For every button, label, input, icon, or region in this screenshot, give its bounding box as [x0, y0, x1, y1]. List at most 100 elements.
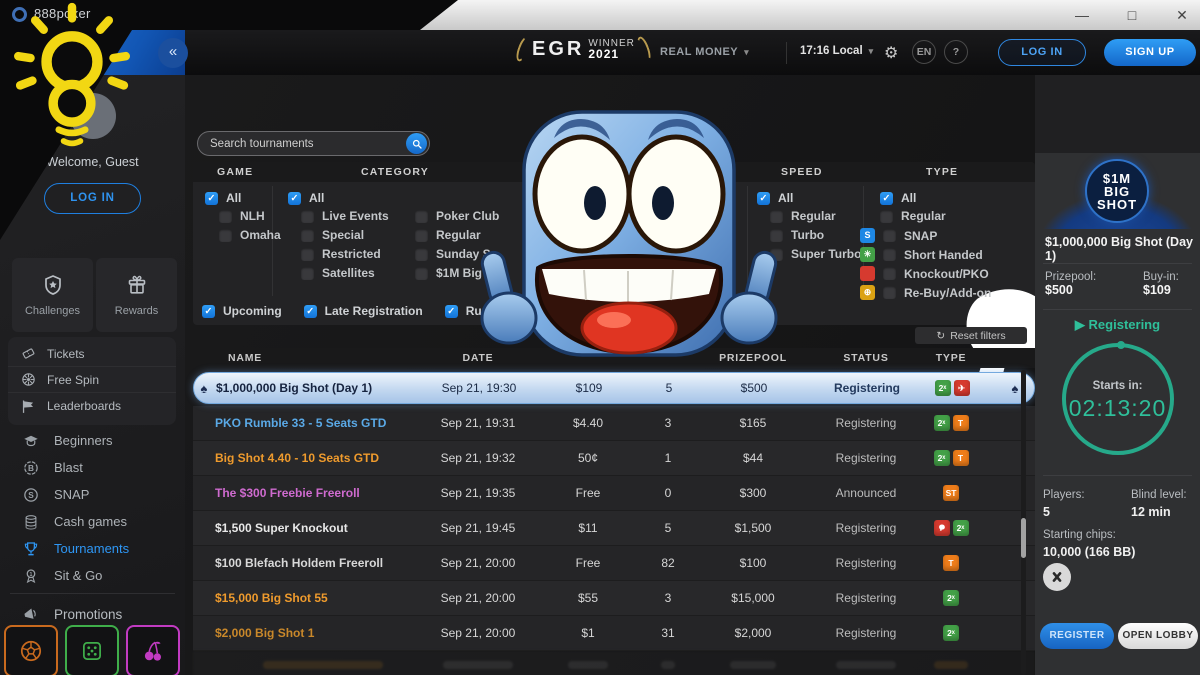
tournament-row[interactable]: $100 Blefach Holdem FreerollSep 21, 20:0… [193, 546, 1035, 581]
upcoming-checkbox[interactable]: ✓ [202, 305, 215, 318]
glove-icon [937, 523, 947, 533]
game-omaha-checkbox[interactable] [219, 229, 232, 242]
game-nlh-checkbox[interactable] [219, 210, 232, 223]
tournament-row[interactable]: Big Shot 4.40 - 10 Seats GTDSep 21, 19:3… [193, 441, 1035, 476]
speed-regular-checkbox[interactable] [770, 210, 783, 223]
window-close-button[interactable]: ✕ [1172, 0, 1192, 30]
sidebar-item-blast[interactable]: Blast [0, 454, 185, 481]
reset-filters-label: Reset filters [950, 330, 1005, 342]
tournament-date: Sep 21, 19:32 [433, 451, 523, 465]
tournament-status: Announced [823, 486, 909, 500]
running-checkbox[interactable]: ✓ [445, 305, 458, 318]
filter-divider [747, 186, 748, 296]
speed-turbo-checkbox[interactable] [770, 229, 783, 242]
speed-column-header: SPEED [781, 166, 823, 178]
category-poker-club-checkbox[interactable] [415, 210, 428, 223]
scrollbar-thumb[interactable] [1021, 518, 1026, 558]
type-short-handed-checkbox[interactable] [883, 248, 896, 261]
category-$1m-big-sho: $1M Big Sho [415, 266, 508, 280]
sidebar-item-sit-go[interactable]: Sit & Go [0, 562, 185, 589]
header-type: TYPE [909, 352, 993, 364]
help-button[interactable]: ? [944, 40, 968, 64]
tournament-row[interactable]: ♠$1,000,000 Big Shot (Day 1)Sep 21, 19:3… [193, 372, 1035, 404]
local-time-dropdown[interactable]: 17:16 Local▾ [800, 45, 873, 57]
tournament-row[interactable]: The $300 Freebie FreerollSep 21, 19:35Fr… [193, 476, 1035, 511]
sidebar-login-button[interactable]: LOG IN [44, 183, 141, 214]
game-omaha: Omaha [219, 228, 281, 242]
window-maximize-button[interactable]: □ [1122, 0, 1142, 30]
rewards-label: Rewards [115, 305, 158, 317]
sidebar-item-beginners[interactable]: Beginners [0, 427, 185, 454]
category-restricted-label: Restricted [322, 247, 381, 261]
tournament-row[interactable]: PKO Rumble 33 - 5 Seats GTDSep 21, 19:31… [193, 406, 1035, 441]
type-re-buy-add-on: ⊕Re-Buy/Add-on [860, 285, 991, 300]
tournament-row[interactable]: $2,000 Big Shot 1Sep 21, 20:00$131$2,000… [193, 616, 1035, 651]
rewards-tile[interactable]: Rewards [96, 258, 177, 332]
sidebar-item-tickets[interactable]: Tickets [8, 341, 176, 367]
skeleton-bar [730, 661, 776, 669]
type-all-checkbox[interactable]: ✓ [880, 192, 893, 205]
category-sunday-sa-checkbox[interactable] [415, 248, 428, 261]
laurel-right-icon [635, 35, 653, 63]
reset-filters-button[interactable]: ↻ Reset filters [915, 327, 1027, 344]
challenges-tile[interactable]: Challenges [12, 258, 93, 332]
sidebar-item-cash-games[interactable]: Cash games [0, 508, 185, 535]
tournament-row[interactable]: $15,000 Big Shot 55Sep 21, 20:00$553$15,… [193, 581, 1035, 616]
tournament-row[interactable]: $1,500 Super KnockoutSep 21, 19:45$115$1… [193, 511, 1035, 546]
type-knockout-pko: Knockout/PKO [860, 266, 989, 281]
type-snap-checkbox[interactable] [883, 229, 896, 242]
speed-super-turbo-checkbox[interactable] [770, 248, 783, 261]
late-registration-checkbox[interactable]: ✓ [304, 305, 317, 318]
sidebar-item-snap[interactable]: SNAP [0, 481, 185, 508]
status-filter-running: ✓Running [445, 304, 515, 318]
tournament-name: The $300 Freebie Freeroll [213, 486, 433, 500]
category-regular-checkbox[interactable] [415, 229, 428, 242]
tournament-prizepool: $1,500 [683, 521, 823, 535]
game-all-checkbox[interactable]: ✓ [205, 192, 218, 205]
register-button[interactable]: REGISTER [1040, 623, 1114, 649]
category-satellites-checkbox[interactable] [301, 267, 314, 280]
search-button[interactable] [406, 133, 427, 154]
category-live-events-checkbox[interactable] [301, 210, 314, 223]
category-special-checkbox[interactable] [301, 229, 314, 242]
open-lobby-button[interactable]: OPEN LOBBY [1118, 623, 1198, 649]
type-regular-checkbox[interactable] [880, 210, 893, 223]
ticket-icon [20, 345, 37, 362]
settings-gear-icon[interactable]: ⚙ [884, 43, 898, 63]
sidebar-item-leaderboards[interactable]: Leaderboards [8, 393, 176, 419]
tournament-status: Registering [823, 451, 909, 465]
888poker-lightbulb-logo [6, 0, 138, 150]
players-value: 5 [1043, 504, 1131, 521]
casino-dice-icon [79, 638, 105, 664]
left-sidebar: Welcome, Guest LOG IN Challenges Rewards… [0, 75, 185, 675]
sport-ball-tile[interactable] [4, 625, 58, 675]
table-scrollbar[interactable] [1021, 370, 1026, 675]
type-knockout-pko-checkbox[interactable] [883, 267, 896, 280]
tournament-prizepool: $165 [683, 416, 823, 430]
login-button[interactable]: LOG IN [998, 39, 1086, 66]
tournament-name: $1,000,000 Big Shot (Day 1) [214, 381, 434, 395]
real-money-dropdown[interactable]: REAL MONEY▾ [660, 46, 749, 58]
sidebar-item-free-spin[interactable]: Free Spin [8, 367, 176, 393]
window-titlebar: — □ ✕ [0, 0, 1200, 30]
chips-crossed-icon[interactable] [1043, 563, 1071, 591]
category-$1m-big-sho-checkbox[interactable] [415, 267, 428, 280]
language-button[interactable]: EN [912, 40, 936, 64]
starting-chips-label: Starting chips: [1043, 527, 1193, 544]
window-minimize-button[interactable]: — [1072, 0, 1092, 30]
quick-item-label: Leaderboards [47, 399, 121, 413]
signup-button[interactable]: SIGN UP [1104, 39, 1196, 66]
shield-star-icon [41, 273, 65, 297]
speed-all-checkbox[interactable]: ✓ [757, 192, 770, 205]
category-all-checkbox[interactable]: ✓ [288, 192, 301, 205]
slots-cherries-tile[interactable] [126, 625, 180, 675]
tournament-buyin: Free [523, 486, 653, 500]
cap-icon [22, 432, 40, 450]
sidebar-collapse-button[interactable]: « [158, 38, 188, 68]
sidebar-item-tournaments[interactable]: Tournaments [0, 535, 185, 562]
casino-dice-tile[interactable] [65, 625, 119, 675]
search-input[interactable] [198, 138, 406, 150]
category-restricted-checkbox[interactable] [301, 248, 314, 261]
type-re-buy-add-on-checkbox[interactable] [883, 286, 896, 299]
type-snap-icon: S [860, 228, 875, 243]
